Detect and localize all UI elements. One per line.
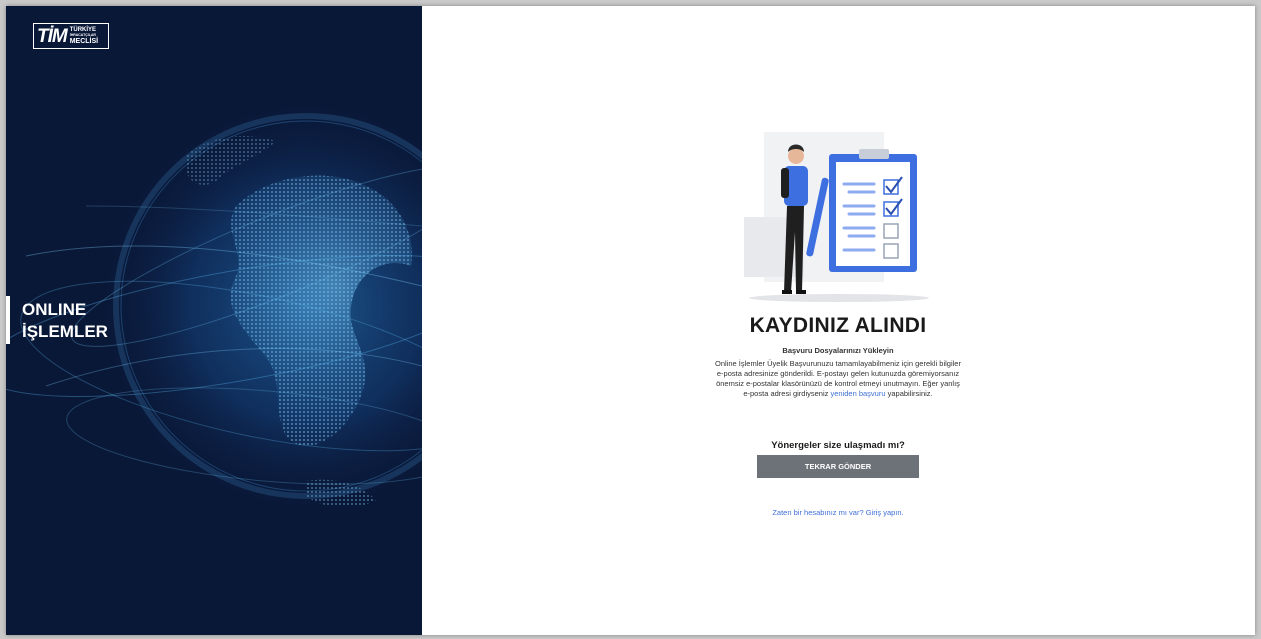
sidebar-title-line1: ONLINE — [22, 300, 87, 319]
sidebar-title-line2: İŞLEMLER — [22, 322, 108, 341]
resend-button[interactable]: TEKRAR GÖNDER — [757, 455, 919, 478]
login-link[interactable]: Zaten bir hesabınız mı var? Giriş yapın. — [688, 508, 988, 517]
tim-logo[interactable]: TİM TÜRKİYE İHRACATÇILAR MECLİSİ — [33, 23, 109, 49]
left-panel: TİM TÜRKİYE İHRACATÇILAR MECLİSİ ONLINE … — [6, 6, 422, 635]
logo-line3: MECLİSİ — [69, 38, 99, 46]
main-panel: KAYDINIZ ALINDI Başvuru Dosyalarınızı Yü… — [422, 6, 1255, 635]
checklist-illustration — [744, 132, 929, 302]
logo-mark: TİM — [37, 25, 68, 47]
page-frame: TİM TÜRKİYE İHRACATÇILAR MECLİSİ ONLINE … — [6, 6, 1255, 635]
logo-line1: TÜRKİYE — [69, 26, 97, 33]
page-subtitle: Başvuru Dosyalarınızı Yükleyin — [782, 346, 894, 355]
sidebar-accent-bar — [6, 296, 10, 344]
page-title: KAYDINIZ ALINDI — [749, 314, 927, 337]
logo-text: TÜRKİYE İHRACATÇILAR MECLİSİ — [70, 27, 98, 46]
resend-question: Yönergeler size ulaşmadı mı? — [771, 440, 905, 451]
sidebar-title: ONLINE İŞLEMLER — [22, 299, 108, 343]
reapply-link[interactable]: yeniden başvuru — [830, 389, 885, 398]
info-text-end: yapabilirsiniz. — [885, 389, 933, 398]
info-paragraph: Online İşlemler Üyelik Başvurunuzu tamam… — [713, 359, 963, 399]
logo-line2: İHRACATÇILAR — [69, 32, 96, 37]
